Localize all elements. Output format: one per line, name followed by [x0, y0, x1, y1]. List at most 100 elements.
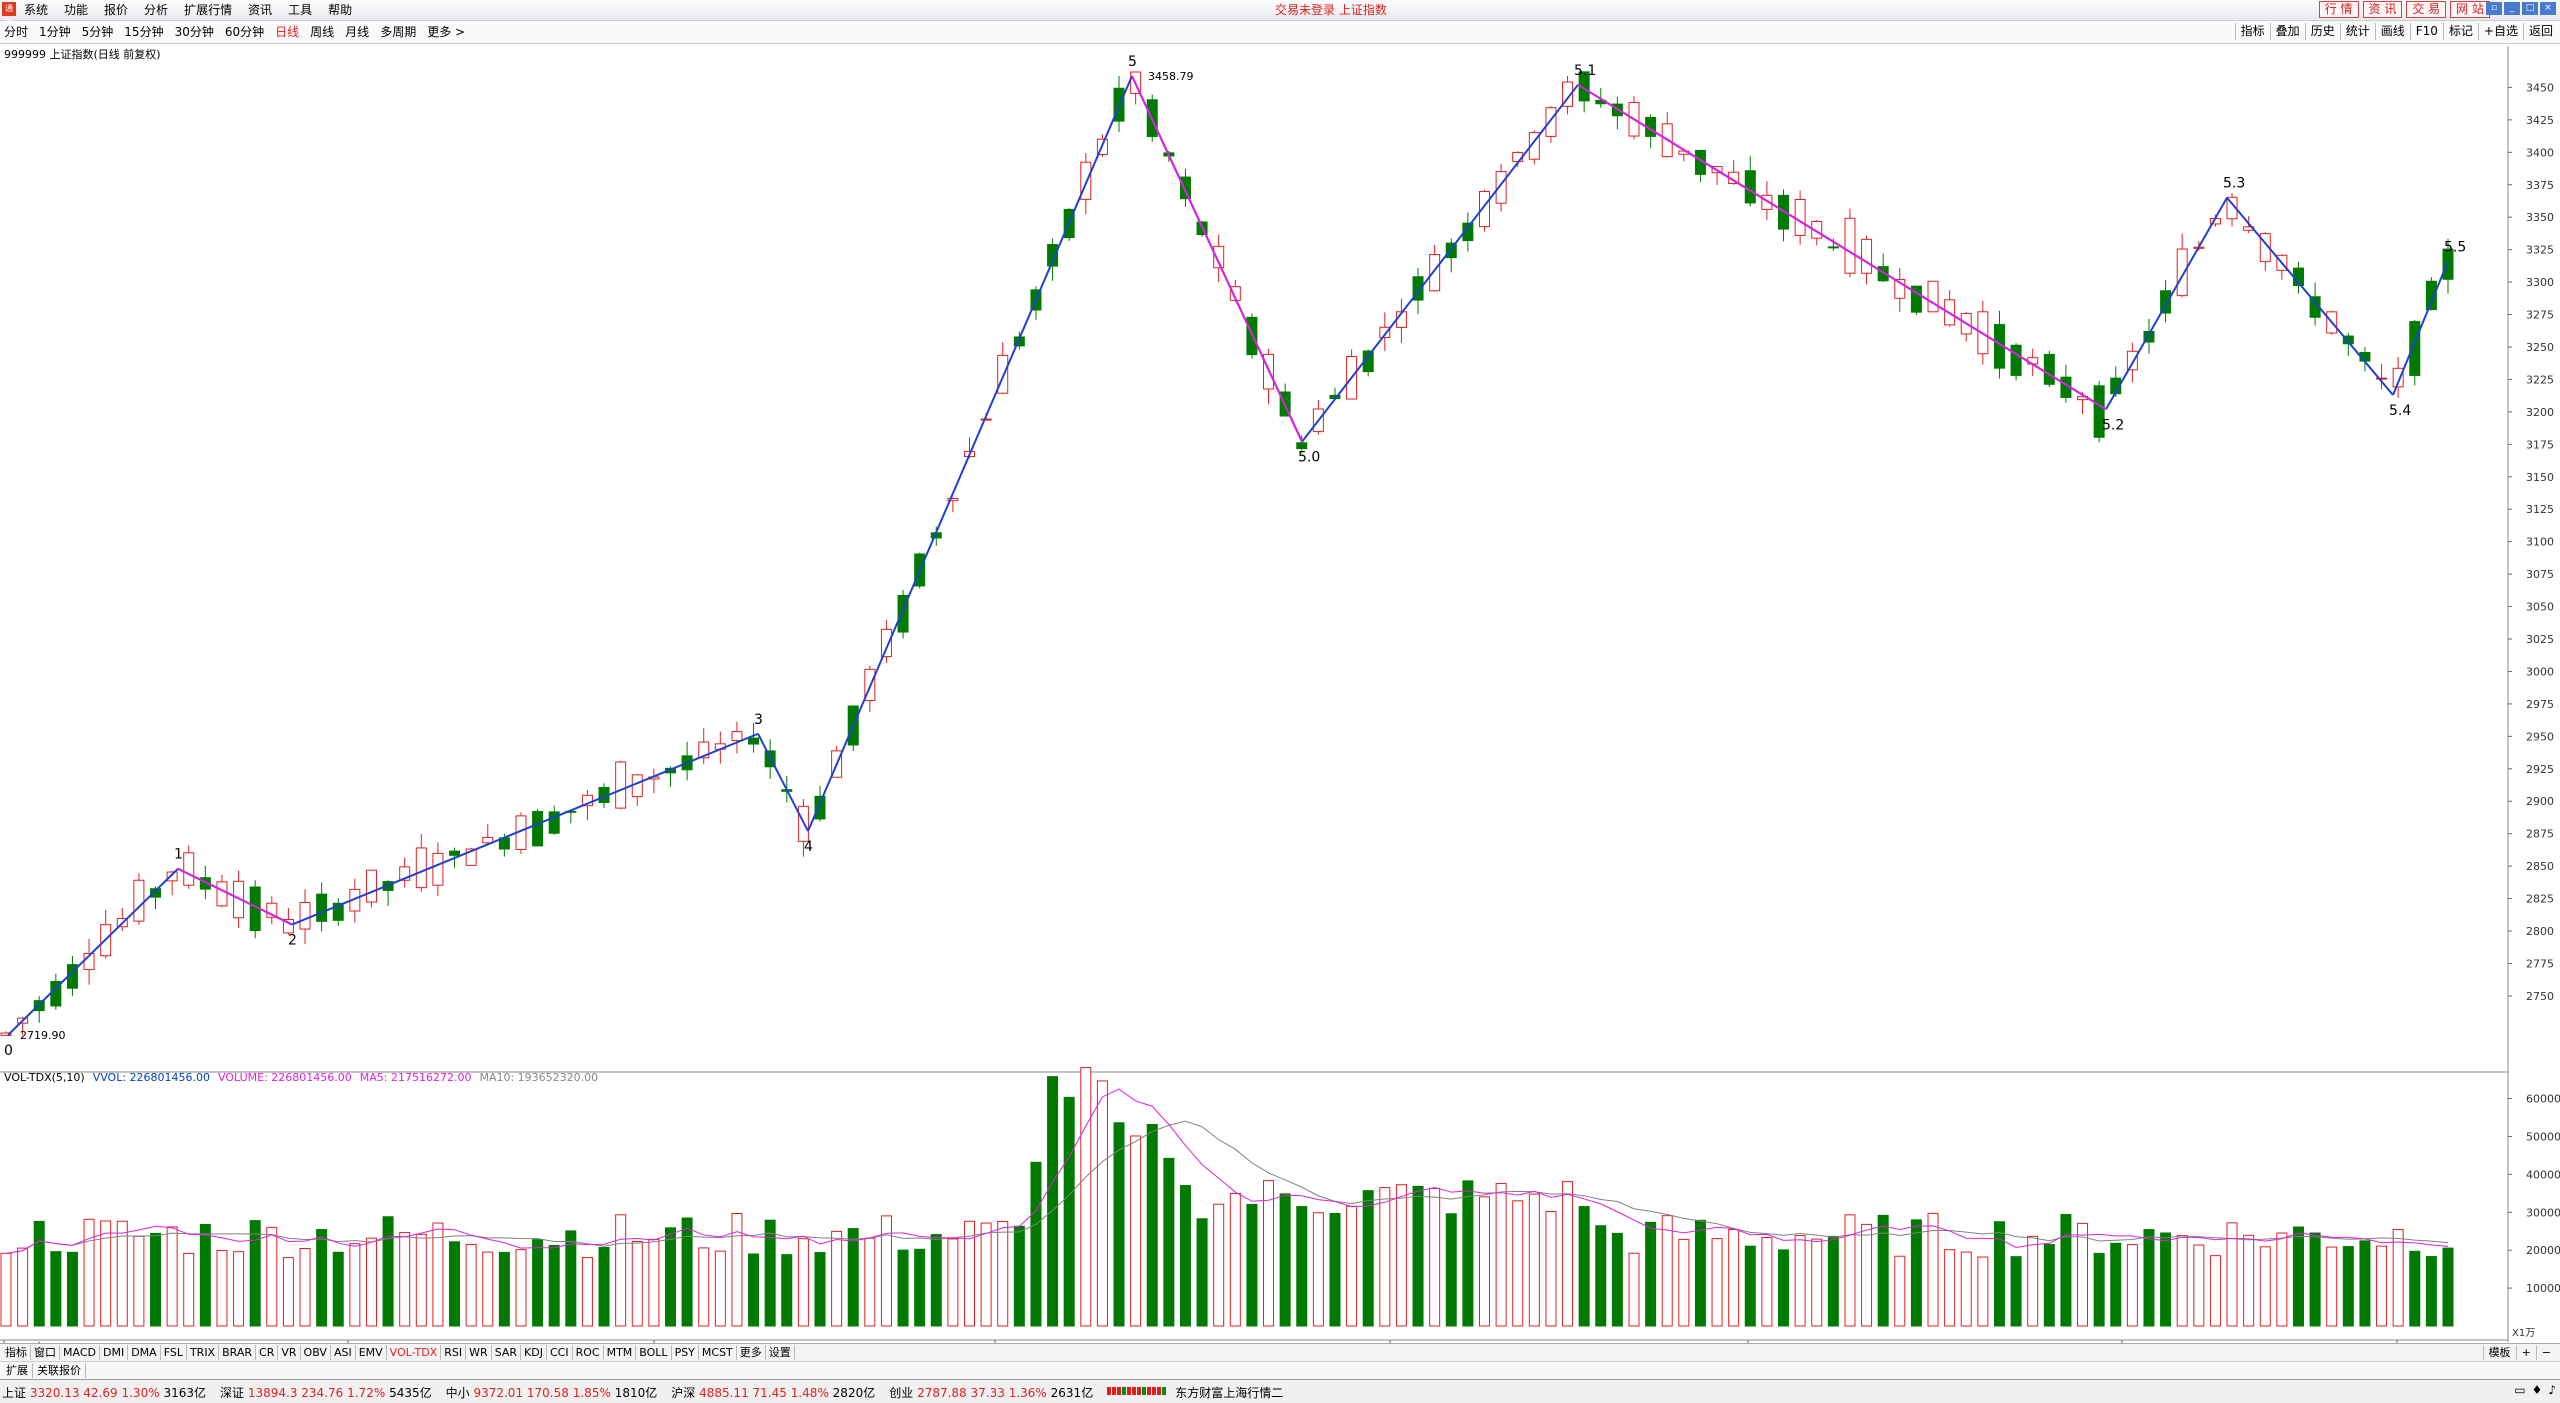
status-icon[interactable]: ▭ [2514, 1383, 2525, 1397]
wave-label: 5 [1128, 54, 1137, 70]
indicator-tab[interactable]: EMV [356, 1345, 387, 1360]
indicator-tab[interactable]: KDJ [521, 1345, 547, 1360]
price-tick-label: 3025 [2526, 633, 2554, 646]
volume-bar [1545, 1211, 1557, 1327]
wave-line [757, 733, 809, 832]
volume-bar [598, 1246, 610, 1327]
quote-price: 4885.11 [699, 1386, 749, 1400]
volume-bar [2143, 1229, 2155, 1327]
volume-bar [515, 1249, 527, 1327]
quote-name: 上证 [2, 1386, 27, 1400]
volume-bar [964, 1220, 976, 1327]
candle-body [2126, 350, 2138, 371]
indicator-tab[interactable]: 设置 [766, 1345, 795, 1360]
remove-window-button[interactable]: − [2535, 1345, 2556, 1360]
indicator-tab[interactable]: 更多 [737, 1345, 766, 1360]
volume-bar [1910, 1219, 1922, 1327]
indicator-tab[interactable]: ROC [573, 1345, 604, 1360]
vol-ma5: MA5: 217516272.00 [359, 1071, 472, 1084]
indicator-tab[interactable]: TRIX [187, 1345, 220, 1360]
volume-bar [2093, 1252, 2105, 1327]
index-quote[interactable]: 沪深 4885.11 71.45 1.48% 2820亿 [671, 1384, 875, 1401]
volume-bar [664, 1227, 676, 1327]
tab-related-quotes[interactable]: 关联报价 [33, 1363, 86, 1378]
wave-label: 3 [754, 712, 763, 728]
candle-body [615, 761, 627, 809]
indicator-tab[interactable]: MTM [604, 1345, 637, 1360]
indicator-tabbar: 指标 窗口 MACD DMI DMA FSL TRIX BRAR CR VR OBV ASI EMV VO… [0, 1343, 2560, 1361]
candle-body [1429, 254, 1441, 292]
price-tick-label: 2975 [2526, 698, 2554, 711]
indicator-tab[interactable]: DMA [128, 1345, 161, 1360]
volume-bar [1445, 1213, 1457, 1327]
indicator-tab[interactable]: MACD [60, 1345, 100, 1360]
indicator-tab[interactable]: BRAR [219, 1345, 257, 1360]
index-quote[interactable]: 中小 9372.01 170.58 1.85% 1810亿 [446, 1384, 658, 1401]
volume-bar [1728, 1228, 1740, 1327]
price-tick-label: 2900 [2526, 795, 2554, 808]
price-tick-label: 2925 [2526, 763, 2554, 776]
volume-bar [1512, 1200, 1524, 1327]
volume-bar [1628, 1252, 1640, 1327]
candle-body [365, 869, 377, 903]
volume-bar [249, 1220, 261, 1327]
volume-bar [1429, 1187, 1441, 1327]
volume-bar [764, 1219, 776, 1327]
lock-icon[interactable]: ♦ [2532, 1383, 2543, 1397]
price-tick-label: 2875 [2526, 828, 2554, 841]
volume-bar [1595, 1225, 1607, 1327]
indicator-tab[interactable]: 窗口 [31, 1345, 60, 1360]
add-window-button[interactable]: + [2515, 1345, 2536, 1360]
quote-change: 37.33 [970, 1386, 1005, 1400]
wave-label: 5.1 [1574, 63, 1596, 79]
indicator-tab[interactable]: WR [466, 1345, 492, 1360]
volume-bar [2409, 1250, 2421, 1327]
volume-bar [2259, 1246, 2271, 1327]
kline-chart[interactable]: 2750 2775 2800 2825 2850 2875 2900 2925 2950 2975… [0, 0, 2560, 1343]
volume-bar [880, 1215, 892, 1327]
volume-bar [2126, 1244, 2138, 1327]
indicator-tab[interactable]: CCI [547, 1345, 573, 1360]
volume-bar [1811, 1238, 1823, 1327]
price-tick-label: 3450 [2526, 81, 2554, 94]
indicator-tab[interactable]: OBV [301, 1345, 331, 1360]
quote-name: 沪深 [671, 1386, 696, 1400]
indicator-tab[interactable]: MCST [699, 1345, 737, 1360]
template-button[interactable]: 模板 [2482, 1345, 2516, 1360]
candle-body [631, 774, 643, 798]
index-quote[interactable]: 上证 3320.13 42.69 1.30% 3163亿 [2, 1384, 206, 1401]
volume-bar [1096, 1080, 1108, 1327]
tab-extension[interactable]: 扩展 [2, 1363, 33, 1378]
index-quote[interactable]: 深证 13894.3 234.76 1.72% 5435亿 [220, 1384, 432, 1401]
server-name[interactable]: 东方财富上海行情二 [1175, 1384, 1283, 1401]
volume-bar [399, 1232, 411, 1327]
quote-pct: 1.30% [121, 1386, 160, 1400]
price-tick-label: 3300 [2526, 276, 2554, 289]
indicator-tab[interactable]: 指标 [2, 1345, 31, 1360]
volume-bar [349, 1243, 361, 1327]
volume-bar [947, 1238, 959, 1327]
indicator-tab[interactable]: VOL-TDX [387, 1345, 442, 1360]
sound-icon[interactable]: ♪ [2548, 1383, 2556, 1397]
price-tick-label: 2950 [2526, 730, 2554, 743]
indicator-tab[interactable]: FSL [161, 1345, 187, 1360]
indicator-tab[interactable]: VR [278, 1345, 301, 1360]
wave-label: 5.3 [2223, 176, 2245, 192]
volume-bar [1030, 1161, 1042, 1327]
volume-bar [2276, 1232, 2288, 1327]
volume-bar [0, 1252, 12, 1327]
indicator-tab[interactable]: PSY [672, 1345, 699, 1360]
quote-price: 3320.13 [29, 1386, 80, 1400]
volume-bar [1130, 1135, 1142, 1327]
volume-bar [465, 1243, 477, 1327]
indicator-tab[interactable]: BOLL [636, 1345, 672, 1360]
index-quote[interactable]: 创业 2787.88 37.33 1.36% 2631亿 [889, 1384, 1093, 1401]
indicator-tab[interactable]: ASI [331, 1345, 356, 1360]
volume-bar [1296, 1206, 1308, 1327]
indicator-tab[interactable]: CR [256, 1345, 279, 1360]
indicator-tab[interactable]: SAR [492, 1345, 522, 1360]
indicator-tab[interactable]: DMI [100, 1345, 129, 1360]
volume-bar [532, 1239, 544, 1327]
indicator-tab[interactable]: RSI [441, 1345, 467, 1360]
vol-name: VOL-TDX(5,10) [4, 1071, 85, 1084]
